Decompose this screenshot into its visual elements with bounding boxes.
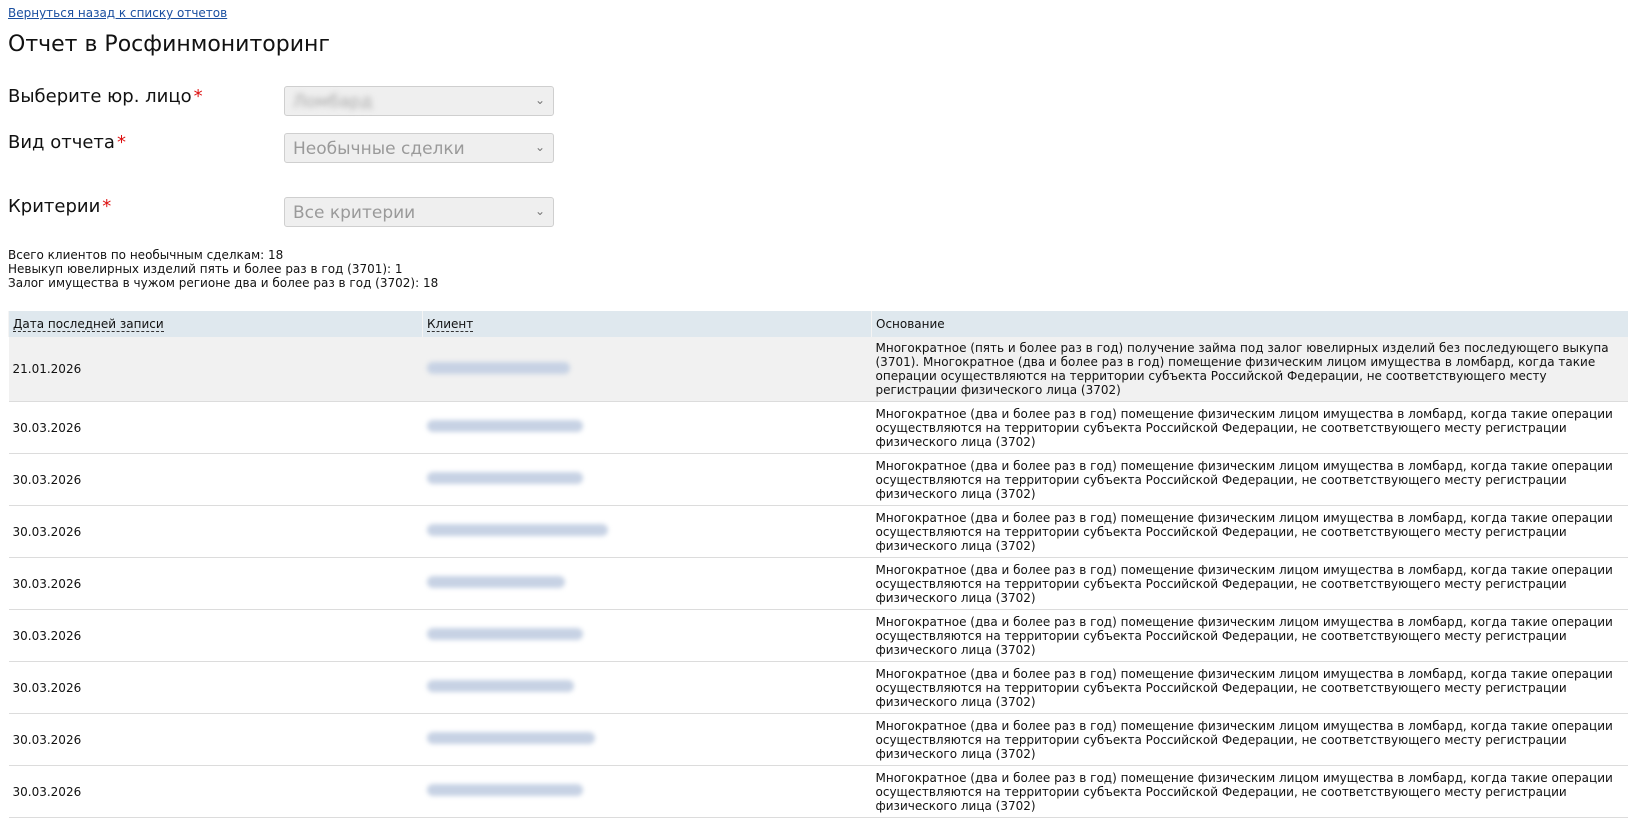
table-row[interactable]: 30.03.2026 Многократное (два и более раз … bbox=[8, 453, 1628, 506]
header-date[interactable]: Дата последней записи bbox=[8, 311, 423, 337]
row-date: 30.03.2026 bbox=[8, 401, 423, 454]
required-mark: * bbox=[193, 86, 203, 107]
table-row[interactable]: 30.03.2026 Многократное (два и более раз … bbox=[8, 609, 1628, 662]
row-reason: Многократное (два и более раз в год) пом… bbox=[871, 557, 1628, 610]
criteria-select[interactable]: Все критерии ⌄ bbox=[284, 197, 554, 227]
row-date: 30.03.2026 bbox=[8, 557, 423, 610]
table-row[interactable]: 21.01.2026 Многократное (пять и более раз… bbox=[8, 337, 1628, 402]
row-reason: Многократное (два и более раз в год) пом… bbox=[871, 765, 1628, 818]
header-client[interactable]: Клиент bbox=[422, 311, 872, 337]
table-row[interactable]: 30.03.2026 Многократное (два и более раз … bbox=[8, 661, 1628, 714]
legal-entity-value: Ломбард bbox=[293, 92, 373, 112]
row-date: 30.03.2026 bbox=[8, 765, 423, 818]
table-row[interactable]: 30.03.2026 Многократное (два и более раз … bbox=[8, 505, 1628, 558]
table-body: 21.01.2026 Многократное (пять и более раз… bbox=[8, 337, 1628, 818]
client-name-redacted bbox=[426, 361, 570, 374]
client-name-redacted bbox=[426, 420, 583, 432]
client-name-redacted bbox=[426, 784, 583, 796]
criteria-label: Критерии * bbox=[8, 196, 112, 217]
chevron-down-icon: ⌄ bbox=[534, 140, 545, 154]
row-client[interactable] bbox=[422, 609, 872, 662]
table-row[interactable]: 30.03.2026 Многократное (два и более раз … bbox=[8, 557, 1628, 610]
row-client[interactable] bbox=[422, 765, 872, 818]
row-reason: Многократное (два и более раз в год) пом… bbox=[871, 505, 1628, 558]
stat-total-clients: Всего клиентов по необычным сделкам: 18 bbox=[8, 248, 284, 262]
client-name-redacted bbox=[426, 576, 565, 588]
chevron-down-icon: ⌄ bbox=[534, 204, 545, 218]
back-to-reports-link[interactable]: Вернуться назад к списку отчетов bbox=[8, 6, 227, 20]
row-reason: Многократное (два и более раз в год) пом… bbox=[871, 609, 1628, 662]
table-row[interactable]: 30.03.2026 Многократное (два и более раз … bbox=[8, 713, 1628, 766]
row-date: 30.03.2026 bbox=[8, 661, 423, 714]
report-type-label: Вид отчета * bbox=[8, 132, 126, 153]
required-mark: * bbox=[116, 132, 126, 153]
row-reason: Многократное (два и более раз в год) пом… bbox=[871, 453, 1628, 506]
row-reason: Многократное (два и более раз в год) пом… bbox=[871, 713, 1628, 766]
row-date: 30.03.2026 bbox=[8, 505, 423, 558]
stat-3702: Залог имущества в чужом регионе два и бо… bbox=[8, 276, 439, 290]
client-name-redacted bbox=[426, 680, 574, 692]
legal-entity-label: Выберите юр. лицо * bbox=[8, 86, 203, 107]
row-client[interactable] bbox=[422, 401, 872, 454]
row-reason: Многократное (пять и более раз в год) по… bbox=[871, 337, 1628, 402]
report-type-select[interactable]: Необычные сделки ⌄ bbox=[284, 133, 554, 163]
criteria-value: Все критерии bbox=[293, 203, 416, 223]
row-date: 30.03.2026 bbox=[8, 453, 423, 506]
row-reason: Многократное (два и более раз в год) пом… bbox=[871, 661, 1628, 714]
row-date: 30.03.2026 bbox=[8, 713, 423, 766]
row-client[interactable] bbox=[422, 505, 872, 558]
row-client[interactable] bbox=[422, 453, 872, 506]
header-reason: Основание bbox=[871, 311, 1628, 337]
row-client[interactable] bbox=[422, 661, 872, 714]
client-name-redacted bbox=[426, 628, 583, 640]
table-row[interactable]: 30.03.2026 Многократное (два и более раз … bbox=[8, 401, 1628, 454]
chevron-down-icon: ⌄ bbox=[534, 93, 545, 107]
row-reason: Многократное (два и более раз в год) пом… bbox=[871, 401, 1628, 454]
row-date: 21.01.2026 bbox=[8, 337, 423, 402]
legal-entity-select[interactable]: Ломбард ⌄ bbox=[284, 86, 554, 116]
table-row[interactable]: 30.03.2026 Многократное (два и более раз … bbox=[8, 765, 1628, 818]
row-date: 30.03.2026 bbox=[8, 609, 423, 662]
report-table: Дата последней записи Клиент Основание 2… bbox=[8, 311, 1628, 818]
stat-3701: Невыкуп ювелирных изделий пять и более р… bbox=[8, 262, 403, 276]
client-name-redacted bbox=[426, 472, 583, 484]
row-client[interactable] bbox=[422, 557, 872, 610]
page-title: Отчет в Росфинмониторинг bbox=[8, 32, 330, 57]
client-name-redacted bbox=[426, 732, 595, 744]
required-mark: * bbox=[102, 196, 112, 217]
client-name-redacted bbox=[426, 524, 608, 536]
report-type-value: Необычные сделки bbox=[293, 139, 465, 159]
stats-summary: Всего клиентов по необычным сделкам: 18 … bbox=[8, 248, 438, 290]
row-client[interactable] bbox=[422, 713, 872, 766]
row-client[interactable] bbox=[422, 337, 872, 402]
table-header-row: Дата последней записи Клиент Основание bbox=[8, 311, 1628, 337]
